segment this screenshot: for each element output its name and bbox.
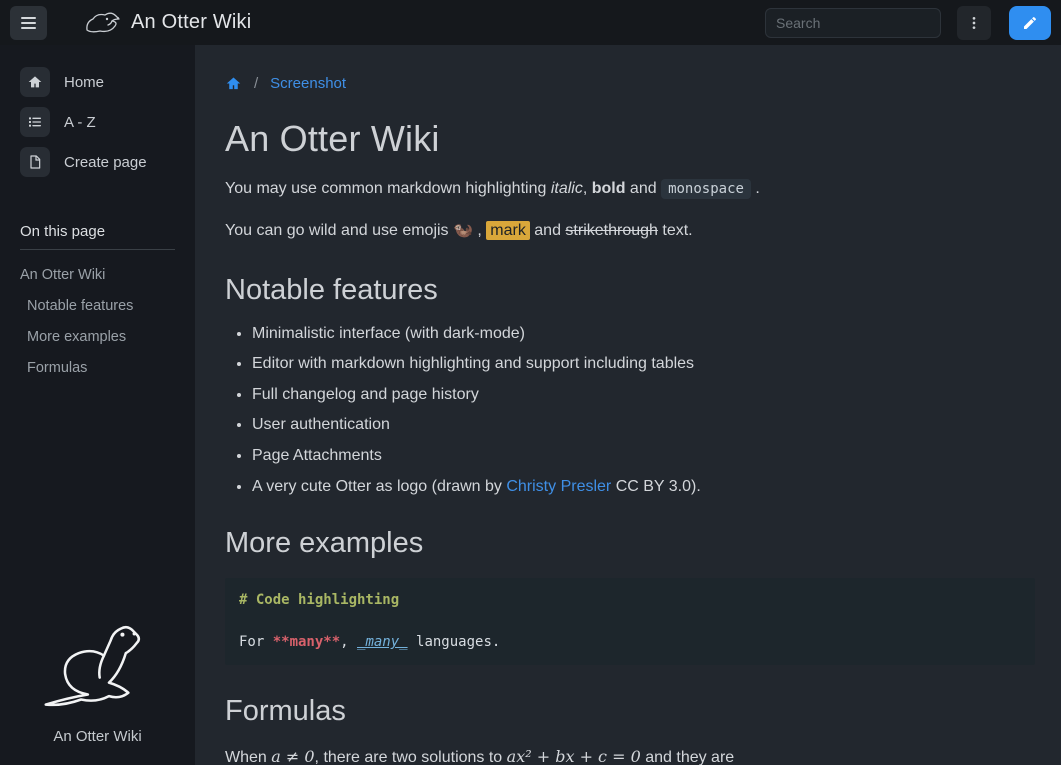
sidebar: Home A - Z Create page On this page — [0, 45, 195, 765]
code-line: # Code highlighting — [239, 590, 1021, 611]
inline-math: a ≠ 0 — [271, 747, 314, 765]
intro-paragraph: You may use common markdown highlighting… — [225, 177, 1035, 202]
text: text. — [658, 222, 693, 239]
section-heading-formulas: Formulas — [225, 695, 1035, 728]
brand[interactable]: An Otter Wiki — [85, 10, 251, 36]
formula-paragraph: When a ≠ 0, there are two solutions to a… — [225, 745, 1035, 765]
toc-link-formulas[interactable]: Formulas — [20, 353, 175, 384]
code-text: , — [340, 634, 357, 650]
text: and — [625, 180, 661, 197]
text: , — [583, 180, 592, 197]
emoji-paragraph: You can go wild and use emojis 🦦 , mark … — [225, 219, 1035, 244]
sidebar-item-home[interactable]: Home — [20, 67, 175, 97]
strikethrough-text: strikethrough — [565, 222, 658, 239]
inline-code: monospace — [661, 179, 751, 199]
toc-link-more-examples[interactable]: More examples — [20, 322, 175, 353]
sidebar-item-label: Home — [64, 74, 104, 91]
otter-emoji: 🦦 — [453, 222, 473, 239]
sidebar-item-label: A - Z — [64, 114, 96, 131]
otter-logo-icon — [85, 10, 121, 36]
inline-math: ax² + bx + c = 0 — [507, 747, 641, 765]
sidebar-item-label: Create page — [64, 154, 147, 171]
page-title: An Otter Wiki — [225, 118, 1035, 160]
code-text: languages. — [408, 634, 501, 650]
text: and they are — [641, 749, 734, 765]
sidebar-item-a-z[interactable]: A - Z — [20, 107, 175, 137]
page-toc: An Otter Wiki Notable features More exam… — [20, 260, 175, 384]
pencil-icon — [1022, 15, 1038, 31]
list-item: Minimalistic interface (with dark-mode) — [252, 323, 1035, 345]
section-heading-notable-features: Notable features — [225, 274, 1035, 307]
sidebar-toggle-button[interactable] — [10, 6, 47, 40]
code-text: For — [239, 634, 273, 650]
section-heading-more-examples: More examples — [225, 527, 1035, 560]
list-item: Page Attachments — [252, 445, 1035, 467]
list-item: User authentication — [252, 414, 1035, 436]
breadcrumb-separator: / — [254, 75, 258, 92]
italic-text: italic — [551, 180, 583, 197]
on-this-page-divider — [20, 249, 175, 250]
sidebar-item-create-page[interactable]: Create page — [20, 147, 175, 177]
text: , — [473, 222, 486, 239]
code-line-empty — [239, 611, 1021, 632]
kebab-icon — [966, 15, 982, 31]
main-content: / Screenshot An Otter Wiki You may use c… — [195, 45, 1061, 765]
otter-illustration — [20, 622, 175, 718]
mark-text: mark — [486, 221, 530, 240]
christy-presler-link[interactable]: Christy Presler — [506, 478, 611, 495]
home-icon — [20, 67, 50, 97]
text: , there are two solutions to — [315, 749, 507, 765]
edit-page-button[interactable] — [1009, 6, 1051, 40]
text: A very cute Otter as logo (drawn by — [252, 478, 506, 495]
on-this-page-title: On this page — [20, 223, 175, 240]
top-navbar: An Otter Wiki — [0, 0, 1061, 45]
breadcrumb: / Screenshot — [225, 75, 1035, 92]
code-comment: # Code highlighting — [239, 592, 399, 608]
hamburger-icon — [21, 17, 36, 29]
list-icon — [20, 107, 50, 137]
search-input[interactable] — [765, 8, 941, 38]
home-icon — [225, 75, 242, 92]
app-title: An Otter Wiki — [131, 11, 251, 34]
sidebar-logo-caption: An Otter Wiki — [20, 728, 175, 745]
text: CC BY 3.0). — [611, 478, 701, 495]
toc-link-an-otter-wiki[interactable]: An Otter Wiki — [20, 260, 175, 291]
code-bold-token: **many** — [273, 634, 340, 650]
list-item: Editor with markdown highlighting and su… — [252, 353, 1035, 375]
code-line: For **many**, _many_ languages. — [239, 632, 1021, 653]
bold-text: bold — [592, 180, 626, 197]
new-page-icon — [20, 147, 50, 177]
list-item: Full changelog and page history — [252, 384, 1035, 406]
menu-button[interactable] — [957, 6, 991, 40]
text: You may use common markdown highlighting — [225, 180, 551, 197]
code-block: # Code highlighting For **many**, _many_… — [225, 578, 1035, 665]
breadcrumb-current-page[interactable]: Screenshot — [270, 75, 346, 92]
list-item: A very cute Otter as logo (drawn by Chri… — [252, 476, 1035, 498]
code-italic-token: _many_ — [357, 634, 408, 650]
breadcrumb-home-link[interactable] — [225, 75, 242, 92]
features-list: Minimalistic interface (with dark-mode) … — [225, 323, 1035, 498]
toc-link-notable-features[interactable]: Notable features — [20, 291, 175, 322]
text: and — [530, 222, 566, 239]
text: You can go wild and use emojis — [225, 222, 453, 239]
sidebar-spacer — [20, 384, 175, 622]
text: When — [225, 749, 271, 765]
text: . — [751, 180, 760, 197]
